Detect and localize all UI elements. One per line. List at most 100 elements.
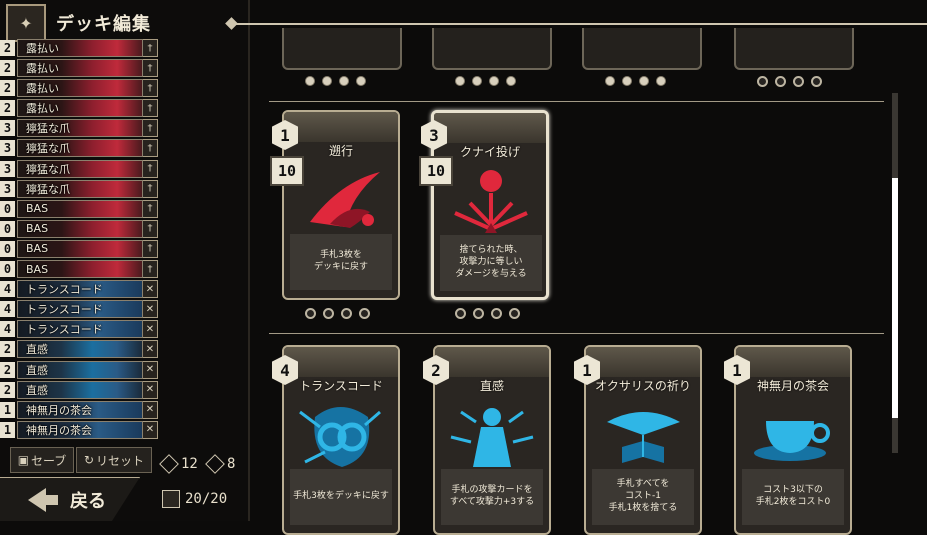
- row-cost: 2: [0, 100, 15, 117]
- card[interactable]: 遡行 手札3枚を デッキに戻す: [282, 110, 400, 300]
- row-cost: 0: [0, 240, 15, 257]
- move-icon: ✕: [142, 420, 158, 439]
- card-stub[interactable]: [282, 28, 402, 70]
- deck-row[interactable]: 2 露払い †: [0, 79, 158, 98]
- row-label: 獰猛な爪: [26, 122, 70, 136]
- row-label: 獰猛な爪: [26, 182, 70, 196]
- move-icon: ✕: [142, 300, 158, 319]
- row-name: 獰猛な爪: [17, 179, 143, 198]
- deck-list: 2 露払い † 2 露払い † 2 露払い † 2 露払い † 3 獰猛な爪 † 3 獰猛な爪 † 3 獰猛な爪 † 3 獰…: [0, 39, 160, 441]
- sword-icon: [159, 454, 179, 474]
- deck-row[interactable]: 2 露払い †: [0, 39, 158, 57]
- sword-icon: †: [142, 139, 158, 158]
- move-icon: ✕: [142, 320, 158, 339]
- row-name: トランスコード: [17, 280, 143, 299]
- card-description: 捨てられた時、 攻撃力に等しい ダメージを与える: [440, 235, 542, 291]
- row-label: 獰猛な爪: [26, 142, 70, 156]
- row-cost: 2: [0, 60, 15, 77]
- sword-icon: †: [142, 119, 158, 138]
- sword-icon: †: [142, 99, 158, 118]
- card-frame: [435, 347, 549, 377]
- card-art: [290, 162, 392, 234]
- row-label: 獰猛な爪: [26, 162, 70, 176]
- deck-row[interactable]: 2 露払い †: [0, 99, 158, 118]
- deck-row[interactable]: 0 BAS †: [0, 260, 158, 279]
- deck-row[interactable]: 2 露払い †: [0, 59, 158, 78]
- row-label: 露払い: [26, 82, 59, 96]
- deck-row[interactable]: 0 BAS †: [0, 239, 158, 258]
- deck-icon: [162, 490, 180, 508]
- deck-row[interactable]: 0 BAS †: [0, 199, 158, 218]
- reset-button[interactable]: ↻ リセット: [76, 447, 152, 473]
- row-cost: 4: [0, 281, 15, 298]
- card[interactable]: 神無月の茶会 コスト3以下の 手札2枚をコスト0: [734, 345, 852, 535]
- move-icon: ✕: [142, 280, 158, 299]
- sword-icon: †: [142, 179, 158, 198]
- deck-row[interactable]: 3 獰猛な爪 †: [0, 119, 158, 138]
- card[interactable]: トランスコード 手札3枚をデッキに戻す: [282, 345, 400, 535]
- deck-row[interactable]: 4 トランスコード ✕: [0, 320, 158, 339]
- move-icon: ✕: [142, 340, 158, 359]
- row-label: 露払い: [26, 42, 59, 55]
- card-frame: [284, 347, 398, 377]
- card-attack: 10: [270, 156, 304, 186]
- save-button[interactable]: ▣ セーブ: [10, 447, 74, 473]
- deck-row[interactable]: 3 獰猛な爪 †: [0, 159, 158, 178]
- deck-row[interactable]: 4 トランスコード ✕: [0, 300, 158, 319]
- scrollbar-thumb[interactable]: [892, 178, 898, 418]
- move-icon: ✕: [142, 400, 158, 419]
- row-name: 獰猛な爪: [17, 139, 143, 158]
- card[interactable]: オクサリスの祈り 手札すべてを コスト-1 手札1枚を捨てる: [584, 345, 702, 535]
- row-name: 露払い: [17, 39, 143, 57]
- card-stub[interactable]: [582, 28, 702, 70]
- deck-row[interactable]: 3 獰猛な爪 †: [0, 139, 158, 158]
- row-cost: 3: [0, 180, 15, 197]
- save-icon: ▣: [17, 453, 30, 467]
- row-cost: 2: [0, 381, 15, 398]
- header: ✦ デッキ編集: [0, 0, 248, 42]
- deck-row[interactable]: 2 直感 ✕: [0, 340, 158, 359]
- card-copies: [605, 76, 666, 86]
- card-frame: [284, 112, 398, 142]
- row-label: BAS: [26, 202, 49, 216]
- deck-row[interactable]: 1 神無月の茶会 ✕: [0, 420, 158, 439]
- card-copies: [757, 76, 822, 87]
- row-cost: 1: [0, 401, 15, 418]
- row-name: 露払い: [17, 79, 143, 98]
- back-label: 戻る: [70, 490, 106, 512]
- row-label: 神無月の茶会: [26, 403, 92, 417]
- sword-icon: †: [142, 59, 158, 78]
- deck-row[interactable]: 2 直感 ✕: [0, 380, 158, 399]
- card-copies: [305, 76, 366, 86]
- deck-row[interactable]: 1 神無月の茶会 ✕: [0, 400, 158, 419]
- row-label: トランスコード: [26, 283, 103, 297]
- row-label: BAS: [26, 222, 49, 236]
- card-stub[interactable]: [734, 28, 854, 70]
- deck-row[interactable]: 0 BAS †: [0, 219, 158, 238]
- row-name: 直感: [17, 360, 143, 379]
- deck-count: 20/20: [185, 491, 228, 507]
- card[interactable]: 直感 手札の攻撃カードを すべて攻撃力+3する: [433, 345, 551, 535]
- card-art: [592, 397, 694, 469]
- row-label: 露払い: [26, 62, 59, 76]
- row-label: トランスコード: [26, 323, 103, 337]
- row-name: 獰猛な爪: [17, 119, 143, 138]
- deck-row[interactable]: 2 直感 ✕: [0, 360, 158, 379]
- deck-row[interactable]: 4 トランスコード ✕: [0, 280, 158, 299]
- row-label: 直感: [26, 363, 48, 377]
- back-button[interactable]: 戻る: [0, 477, 140, 521]
- card-art: [441, 397, 543, 469]
- sword-icon: †: [142, 260, 158, 279]
- card-stub[interactable]: [432, 28, 552, 70]
- row-name: トランスコード: [17, 320, 143, 339]
- deck-row[interactable]: 3 獰猛な爪 †: [0, 179, 158, 198]
- deck-panel: ✦ デッキ編集 2 露払い † 2 露払い † 2 露払い † 2 露払い † 3 獰猛な爪 † 3 獰猛な爪 †…: [0, 0, 250, 521]
- card-description: 手札3枚を デッキに戻す: [290, 234, 392, 290]
- move-icon: ✕: [142, 380, 158, 399]
- card-name: オクサリスの祈り: [595, 379, 691, 393]
- row-label: BAS: [26, 242, 49, 256]
- card[interactable]: クナイ投げ 捨てられた時、 攻撃力に等しい ダメージを与える: [431, 110, 549, 300]
- row-name: 露払い: [17, 99, 143, 118]
- card-frame: [434, 113, 546, 143]
- back-arrow-icon: [28, 487, 58, 512]
